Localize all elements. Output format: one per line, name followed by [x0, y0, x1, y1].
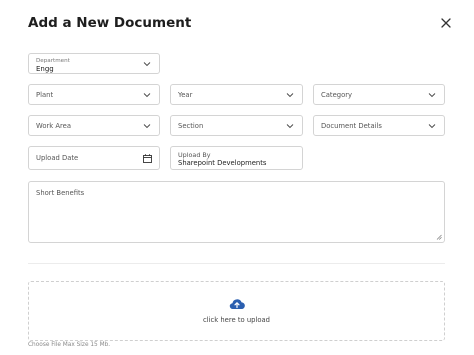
- chevron-down-icon: [286, 124, 294, 129]
- section-select[interactable]: Section: [170, 115, 303, 136]
- upload-by-field: Upload By Sharepoint Developments: [170, 146, 303, 170]
- plant-select[interactable]: Plant: [28, 84, 160, 105]
- department-select[interactable]: Department Engg: [28, 53, 160, 74]
- chevron-down-icon: [428, 124, 436, 129]
- close-icon: [441, 18, 451, 28]
- chevron-down-icon: [286, 93, 294, 98]
- cloud-upload-icon: [229, 299, 245, 310]
- resize-handle-icon[interactable]: [436, 234, 442, 240]
- document-details-label: Document Details: [321, 122, 382, 130]
- plant-label: Plant: [36, 91, 54, 99]
- chevron-down-icon: [143, 124, 151, 129]
- upload-cta[interactable]: click here to upload: [29, 316, 444, 324]
- work-area-select[interactable]: Work Area: [28, 115, 160, 136]
- modal-title: Add a New Document: [28, 15, 192, 31]
- short-benefits-label: Short Benefits: [36, 189, 85, 197]
- work-area-label: Work Area: [36, 122, 72, 130]
- chevron-down-icon: [143, 93, 151, 98]
- short-benefits-textarea[interactable]: Short Benefits: [28, 181, 445, 243]
- divider: [28, 263, 445, 264]
- upload-by-label: Upload By: [178, 151, 211, 159]
- year-select[interactable]: Year: [170, 84, 303, 105]
- document-details-select[interactable]: Document Details: [313, 115, 445, 136]
- category-select[interactable]: Category: [313, 84, 445, 105]
- chevron-down-icon: [428, 93, 436, 98]
- section-label: Section: [178, 122, 204, 130]
- year-label: Year: [178, 91, 193, 99]
- upload-dropzone[interactable]: click here to upload: [28, 281, 445, 341]
- upload-date-label: Upload Date: [36, 154, 79, 162]
- calendar-icon[interactable]: [143, 154, 152, 163]
- chevron-down-icon: [143, 62, 151, 67]
- department-value: Engg: [36, 65, 54, 73]
- upload-by-value: Sharepoint Developments: [178, 159, 267, 167]
- category-label: Category: [321, 91, 353, 99]
- close-button[interactable]: [440, 17, 452, 29]
- upload-date-input[interactable]: Upload Date: [28, 146, 160, 170]
- upload-size-hint: Choose File Max Size 15 Mb.: [28, 342, 111, 348]
- department-label: Department: [36, 58, 70, 64]
